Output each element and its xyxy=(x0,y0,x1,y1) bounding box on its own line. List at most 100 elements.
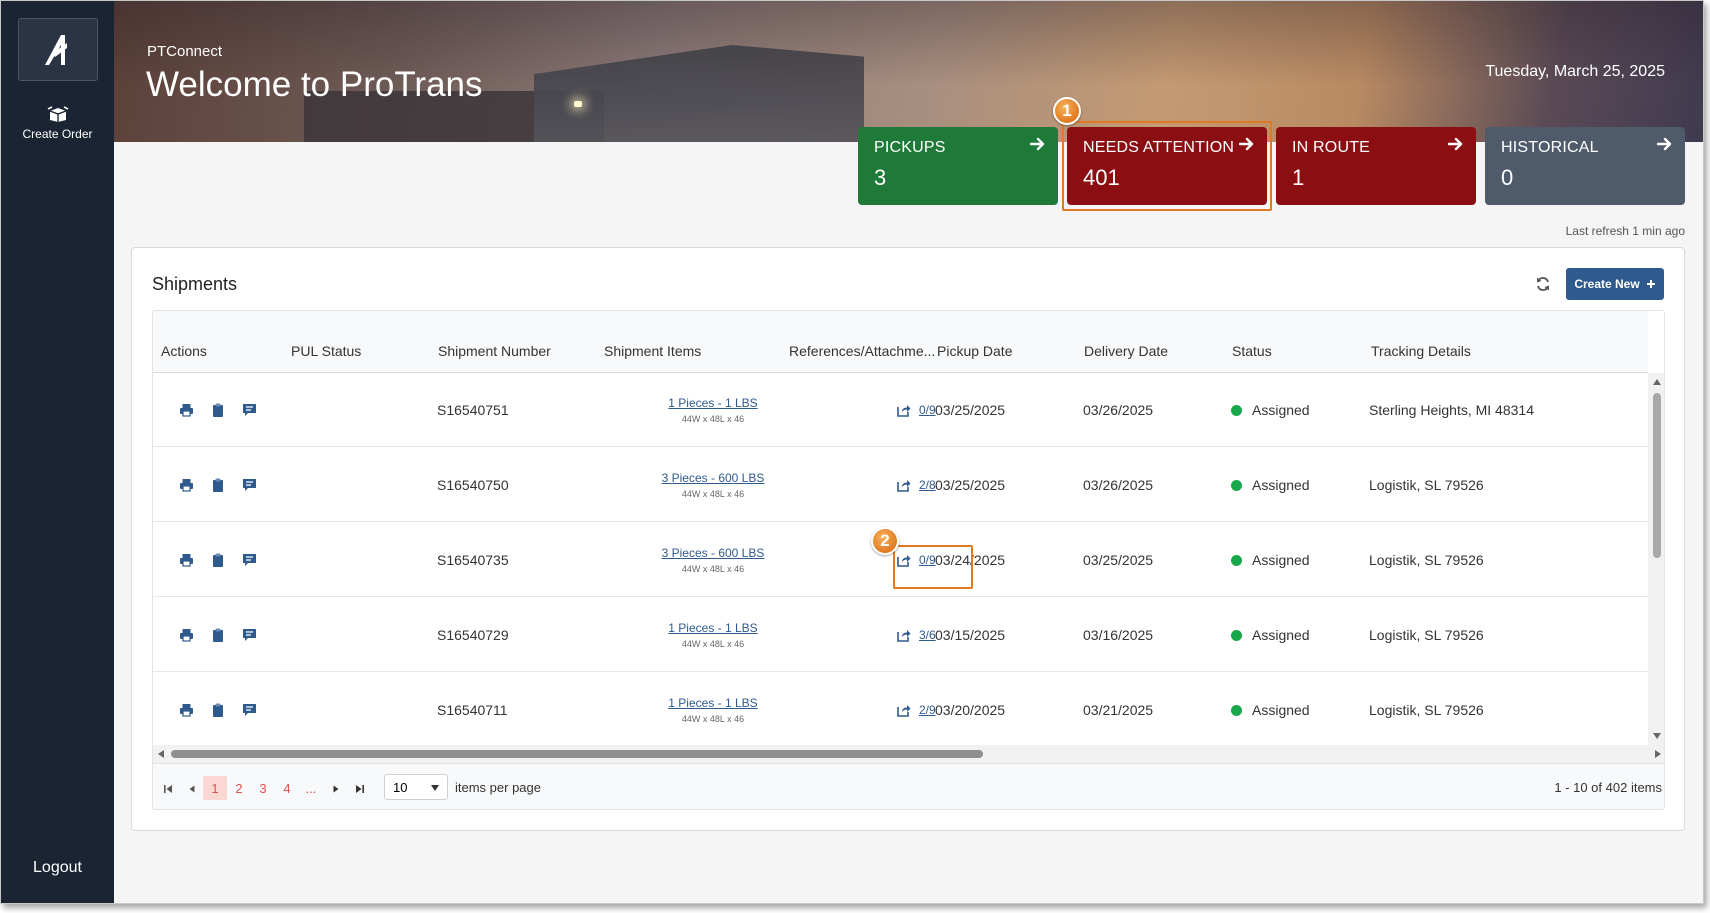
vertical-scrollbar[interactable] xyxy=(1648,373,1664,745)
share-icon xyxy=(897,629,911,642)
print-button[interactable] xyxy=(179,553,194,567)
references-link[interactable]: 0/9 xyxy=(897,373,936,447)
card-needs-attention[interactable]: NEEDS ATTENTION 401 xyxy=(1067,127,1267,205)
next-page-button[interactable] xyxy=(327,778,345,800)
shipment-dimensions: 44W x 48L x 46 xyxy=(681,714,745,724)
status-text: Assigned xyxy=(1252,402,1310,418)
comment-button[interactable] xyxy=(242,553,257,567)
print-button[interactable] xyxy=(179,478,194,492)
tracking-details: Logistik, SL 79526 xyxy=(1369,477,1484,493)
card-historical[interactable]: HISTORICAL 0 xyxy=(1485,127,1685,205)
references-link[interactable]: 2/9 xyxy=(897,673,936,745)
first-page-icon xyxy=(164,785,172,793)
references-link[interactable]: 3/6 xyxy=(897,598,936,672)
references-link[interactable]: 2/8 xyxy=(897,448,936,522)
comment-button[interactable] xyxy=(242,403,257,417)
logout-button[interactable]: Logout xyxy=(1,859,114,877)
comment-icon xyxy=(243,479,256,491)
references-count[interactable]: 2/9 xyxy=(919,703,936,717)
last-page-button[interactable] xyxy=(351,778,369,800)
app-window: Create Order Logout PTConnect Welcome to… xyxy=(0,0,1704,904)
page-size-select[interactable]: 10 xyxy=(384,774,448,800)
references-count[interactable]: 0/9 xyxy=(919,403,936,417)
print-icon xyxy=(180,554,193,567)
column-header-tracking-details[interactable]: Tracking Details xyxy=(1371,343,1471,359)
prev-page-button[interactable] xyxy=(183,778,201,800)
status-dot-icon xyxy=(1231,404,1242,416)
horizontal-scroll-thumb[interactable] xyxy=(171,750,983,758)
comment-button[interactable] xyxy=(242,478,257,492)
scroll-down-arrow[interactable] xyxy=(1653,733,1661,739)
page-number[interactable]: 1 xyxy=(203,776,227,800)
tracking-details: Logistik, SL 79526 xyxy=(1369,702,1484,718)
shipment-items-link[interactable]: 1 Pieces - 1 LBS xyxy=(668,621,757,635)
column-header-pul-status[interactable]: PUL Status xyxy=(291,343,361,359)
column-header-references[interactable]: References/Attachme... xyxy=(789,343,935,359)
clipboard-icon xyxy=(213,403,223,417)
horizontal-scrollbar[interactable] xyxy=(153,745,1664,763)
items-per-page-label: items per page xyxy=(455,780,541,795)
shipment-items: 3 Pieces - 600 LBS 44W x 48L x 46 xyxy=(637,523,789,597)
tracking-details: Logistik, SL 79526 xyxy=(1369,627,1484,643)
print-button[interactable] xyxy=(179,628,194,642)
card-in-route-label: IN ROUTE xyxy=(1292,139,1371,156)
page-size-value: 10 xyxy=(393,779,408,795)
shipment-items-link[interactable]: 1 Pieces - 1 LBS xyxy=(668,696,757,710)
shipment-number: S16540751 xyxy=(437,402,509,418)
callout-badge-2: 2 xyxy=(871,527,899,555)
column-header-actions[interactable]: Actions xyxy=(161,343,207,359)
references-count[interactable]: 2/8 xyxy=(919,478,936,492)
first-page-button[interactable] xyxy=(159,778,177,800)
clipboard-button[interactable] xyxy=(212,703,224,717)
chevron-down-icon xyxy=(431,785,439,791)
refresh-icon[interactable] xyxy=(1535,276,1551,292)
shipment-items-link[interactable]: 1 Pieces - 1 LBS xyxy=(668,396,757,410)
status-dot-icon xyxy=(1231,554,1242,566)
clipboard-button[interactable] xyxy=(212,403,224,417)
column-header-delivery-date[interactable]: Delivery Date xyxy=(1084,343,1168,359)
print-button[interactable] xyxy=(179,403,194,417)
references-link[interactable]: 0/9 xyxy=(897,523,936,597)
shipment-items-link[interactable]: 3 Pieces - 600 LBS xyxy=(662,471,765,485)
print-icon xyxy=(180,479,193,492)
scroll-right-arrow[interactable] xyxy=(1655,750,1661,758)
row-actions xyxy=(179,373,257,447)
page-number[interactable]: 3 xyxy=(251,776,275,800)
create-order-icon xyxy=(47,106,68,122)
comment-button[interactable] xyxy=(242,703,257,717)
scroll-left-arrow[interactable] xyxy=(158,750,164,758)
page-number[interactable]: 2 xyxy=(227,776,251,800)
delivery-date: 03/26/2025 xyxy=(1083,477,1154,493)
comment-button[interactable] xyxy=(242,628,257,642)
vertical-scroll-thumb[interactable] xyxy=(1653,393,1661,558)
shipment-items: 3 Pieces - 600 LBS 44W x 48L x 46 xyxy=(637,448,789,522)
arrow-right-icon xyxy=(1448,137,1463,151)
column-header-shipment-items[interactable]: Shipment Items xyxy=(604,343,701,359)
column-header-status[interactable]: Status xyxy=(1232,343,1272,359)
clipboard-button[interactable] xyxy=(212,628,224,642)
sidebar: Create Order Logout xyxy=(1,1,114,903)
references-count[interactable]: 0/9 xyxy=(919,553,936,567)
shipment-items-link[interactable]: 3 Pieces - 600 LBS xyxy=(662,546,765,560)
create-order-button[interactable]: Create Order xyxy=(1,105,114,141)
page-number[interactable]: 4 xyxy=(275,776,299,800)
print-icon xyxy=(180,629,193,642)
print-button[interactable] xyxy=(179,703,194,717)
status-dot-icon xyxy=(1231,704,1242,716)
shipment-items: 1 Pieces - 1 LBS 44W x 48L x 46 xyxy=(637,373,789,447)
page-ellipsis[interactable]: ... xyxy=(299,776,323,800)
card-pickups[interactable]: PICKUPS 3 xyxy=(858,127,1058,205)
column-header-pickup-date[interactable]: Pickup Date xyxy=(937,343,1012,359)
logo-button[interactable] xyxy=(18,18,98,81)
references-count[interactable]: 3/6 xyxy=(919,628,936,642)
clipboard-button[interactable] xyxy=(212,553,224,567)
clipboard-button[interactable] xyxy=(212,478,224,492)
scroll-up-arrow[interactable] xyxy=(1653,379,1661,385)
share-icon xyxy=(897,479,911,492)
page-title: Welcome to ProTrans xyxy=(146,65,483,104)
column-header-shipment-number[interactable]: Shipment Number xyxy=(438,343,551,359)
items-count: 1 - 10 of 402 items xyxy=(1554,780,1662,795)
plus-icon xyxy=(1646,280,1655,288)
card-in-route[interactable]: IN ROUTE 1 xyxy=(1276,127,1476,205)
create-new-button[interactable]: Create New xyxy=(1566,268,1664,300)
